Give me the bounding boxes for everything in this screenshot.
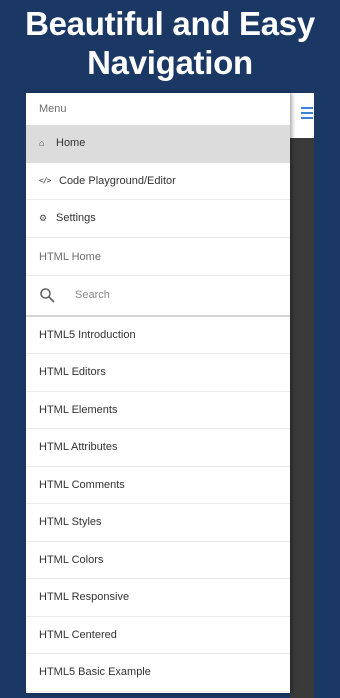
gear-icon: ⚙	[39, 212, 48, 223]
nav-item-code-playground[interactable]: </> Code Playground/Editor	[26, 163, 290, 200]
topic-item[interactable]: HTML Comments	[26, 467, 290, 504]
topic-item[interactable]: HTML Attributes	[26, 429, 290, 467]
search-bar	[26, 276, 290, 317]
promo-title-line-2: Navigation	[87, 44, 253, 81]
app-content	[290, 138, 314, 698]
topic-item[interactable]: HTML5 Basic Example	[26, 654, 290, 692]
home-icon: ⌂	[39, 138, 45, 149]
drawer-menu-header: Menu	[39, 103, 67, 115]
promo-title-line-1: Beautiful and Easy	[25, 5, 315, 42]
search-input[interactable]	[75, 289, 255, 301]
topic-item[interactable]: HTML Colors	[26, 542, 290, 579]
code-icon: </>	[39, 176, 51, 186]
navigation-drawer: Menu ⌂ Home </> Code Playground/Editor ⚙…	[26, 93, 290, 693]
topic-item[interactable]: HTML Editors	[26, 354, 290, 392]
nav-item-label: Code Playground/Editor	[59, 174, 176, 187]
topic-item[interactable]: HTML Elements	[26, 392, 290, 429]
topic-item[interactable]: HTML5 Introduction	[26, 317, 290, 354]
nav-item-settings[interactable]: ⚙ Settings	[26, 200, 290, 238]
nav-item-label: Home	[56, 137, 86, 150]
promo-title: Beautiful and Easy Navigation	[0, 4, 340, 82]
hamburger-menu-icon[interactable]	[301, 107, 313, 121]
topic-item[interactable]: HTML Centered	[26, 617, 290, 654]
nav-item-home[interactable]: ⌂ Home	[26, 125, 290, 163]
search-icon	[40, 288, 55, 303]
topic-item[interactable]: HTML Styles	[26, 504, 290, 542]
nav-item-label: Settings	[56, 212, 96, 225]
topic-item[interactable]: HTML Responsive	[26, 579, 290, 617]
topic-list: HTML5 Introduction HTML Editors HTML Ele…	[26, 317, 290, 692]
section-label-html-home[interactable]: HTML Home	[26, 238, 290, 276]
